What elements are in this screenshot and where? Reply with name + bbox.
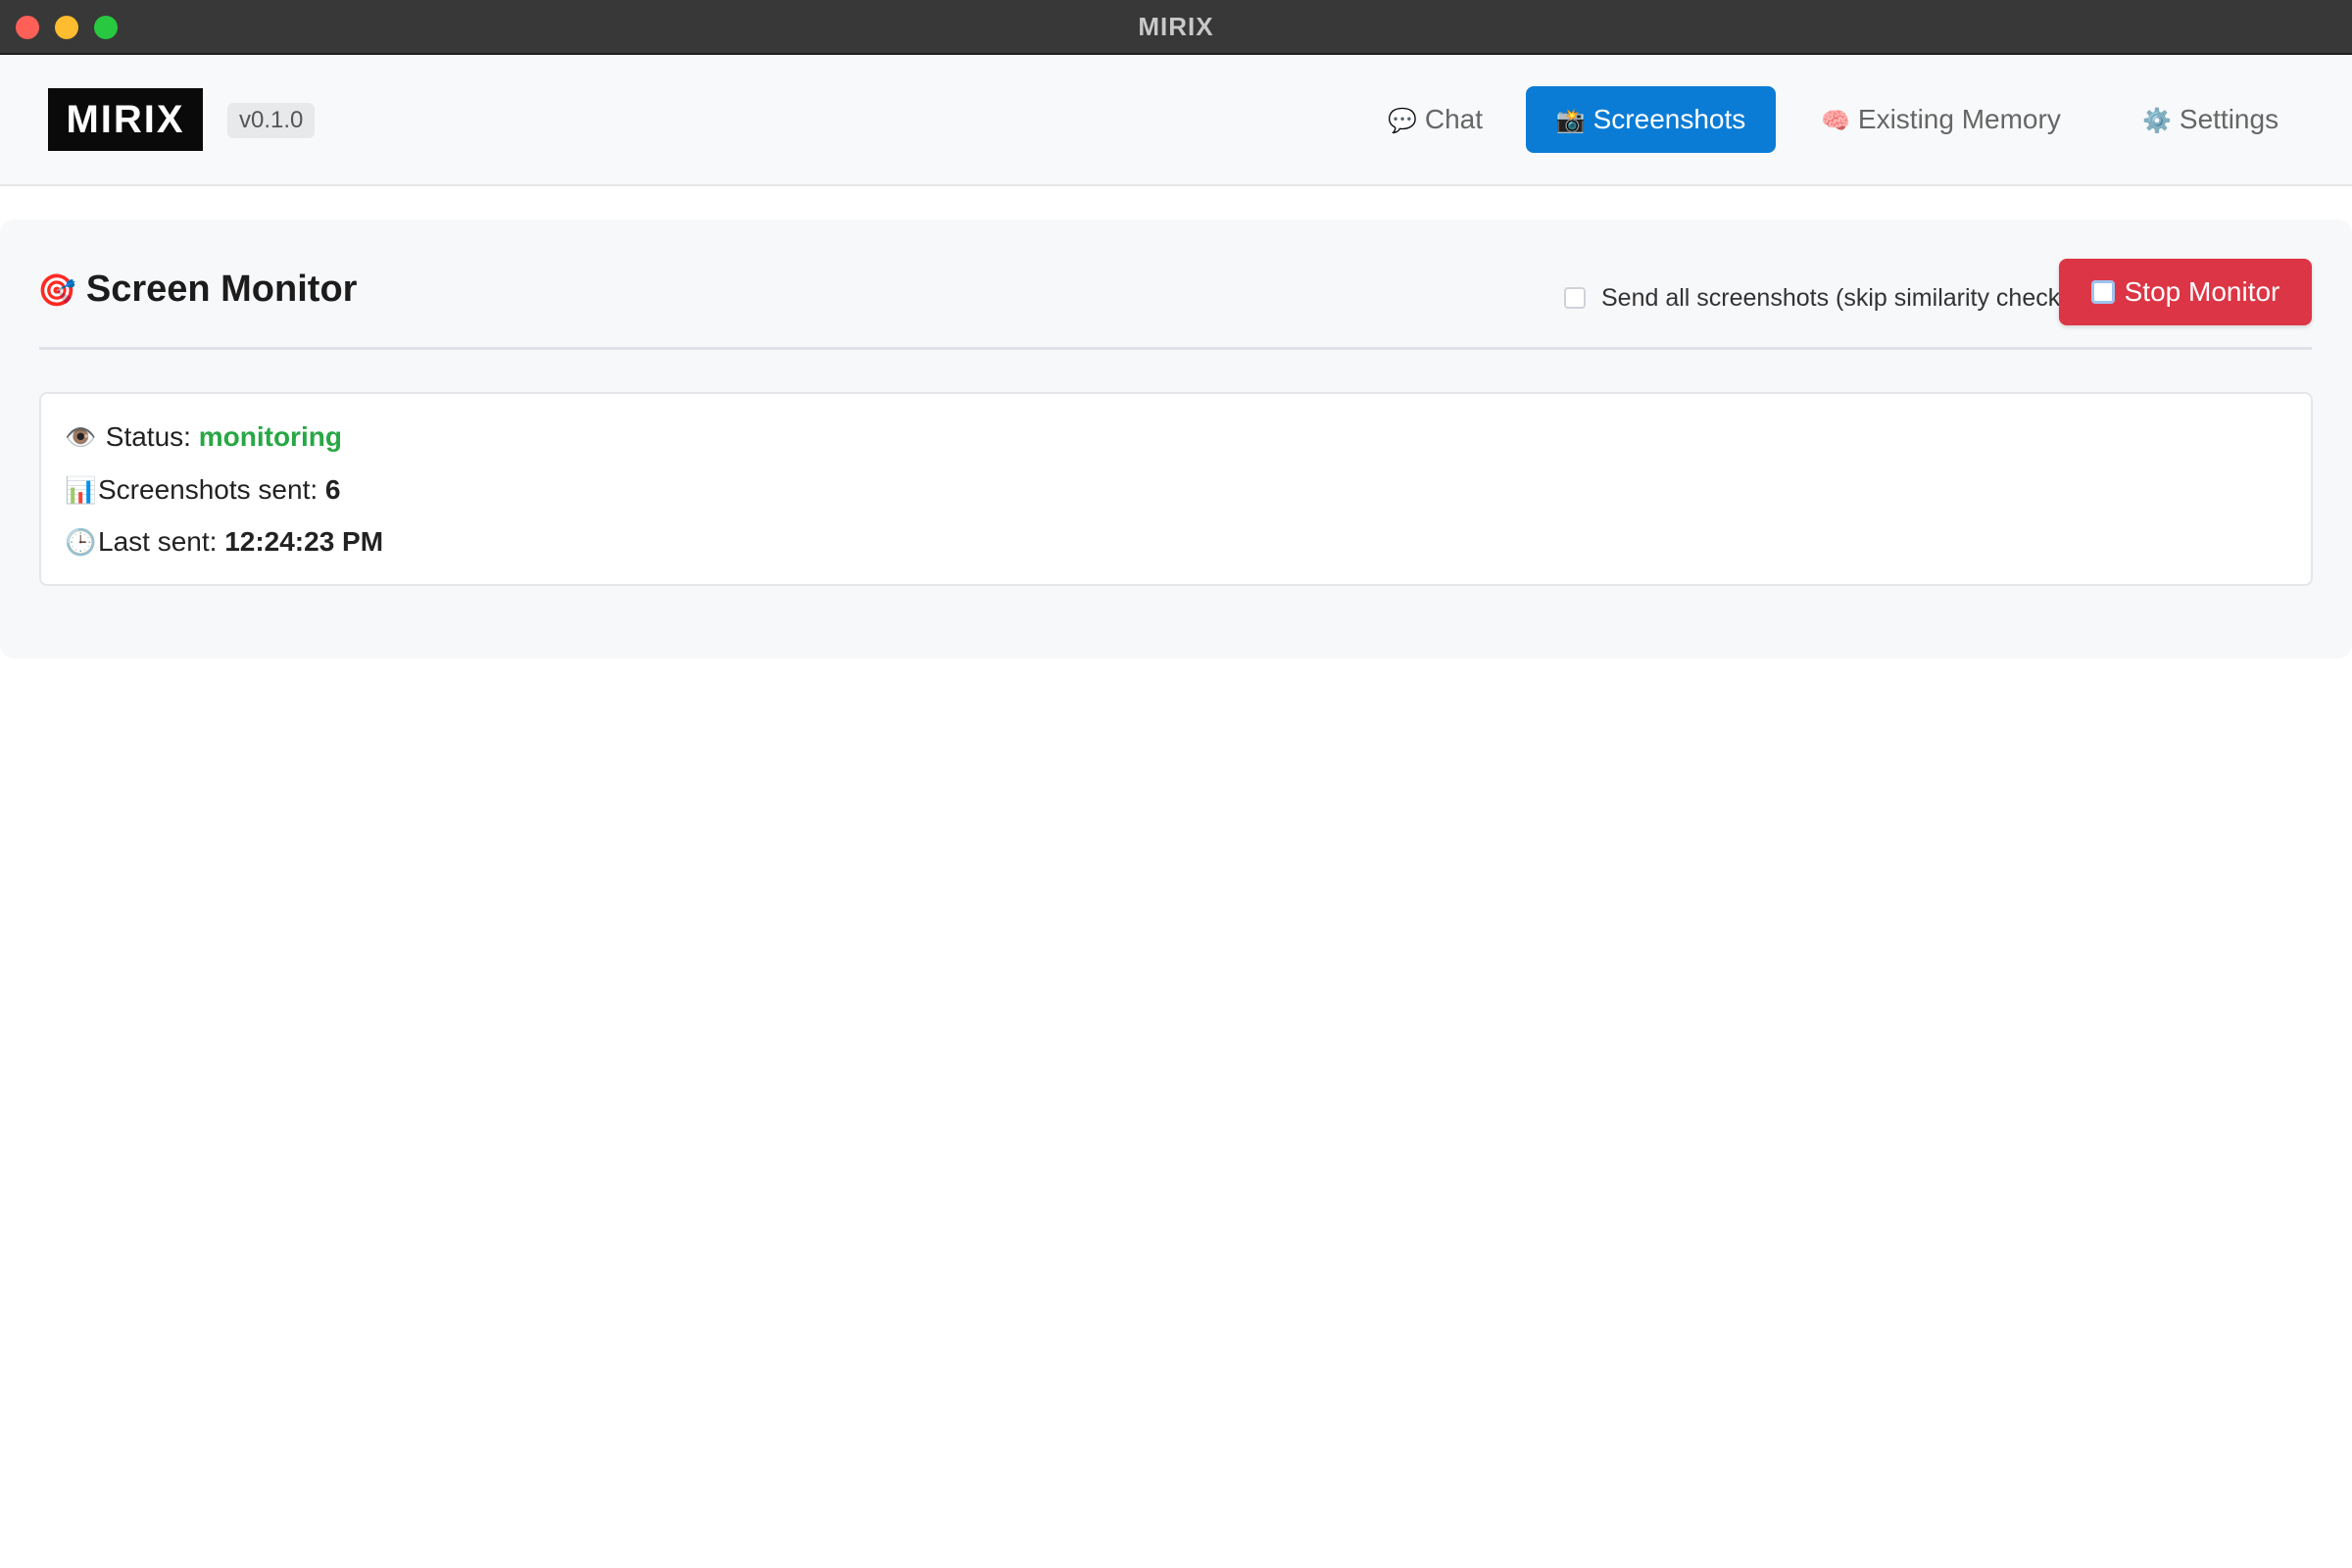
panel-divider [39, 347, 2312, 350]
screenshots-sent-label: Screenshots sent: [98, 474, 318, 505]
status-row: 👁️ Status: monitoring [65, 421, 342, 453]
status-box: 👁️ Status: monitoring 📊Screenshots sent:… [39, 392, 2313, 586]
last-sent-row: 🕒Last sent: 12:24:23 PM [65, 526, 383, 558]
stop-square-icon [2090, 280, 2115, 304]
skip-similarity-checkbox[interactable] [1564, 287, 1586, 309]
bar-chart-icon: 📊 [65, 475, 97, 505]
camera-icon: 📸 [1555, 108, 1586, 134]
brain-icon: 🧠 [1821, 108, 1850, 134]
skip-similarity-toggle[interactable]: Send all screenshots (skip similarity ch… [1564, 278, 2069, 318]
tab-chat-label: Chat [1424, 104, 1484, 134]
window-title: MIRIX [1138, 12, 1214, 41]
last-sent-value: 12:24:23 PM [224, 526, 384, 557]
tab-existing-memory[interactable]: 🧠 Existing Memory [1801, 86, 2081, 153]
eye-icon: 👁️ [65, 422, 97, 452]
speech-bubble-icon: 💬 [1388, 108, 1417, 134]
tab-screenshots-label: Screenshots [1592, 104, 1746, 134]
clock-icon: 🕒 [65, 527, 97, 557]
app-logo: MIRIX [48, 88, 203, 151]
gear-icon: ⚙️ [2142, 108, 2172, 134]
target-icon: 🎯 [37, 272, 76, 308]
stop-monitor-label: Stop Monitor [2124, 276, 2280, 307]
tab-existing-memory-label: Existing Memory [1857, 104, 2061, 134]
status-label: Status: [105, 421, 191, 452]
screen-monitor-panel: 🎯 Screen Monitor Send all screenshots (sk… [0, 220, 2352, 659]
window-title-bar: MIRIX [0, 0, 2352, 55]
tab-settings-label: Settings [2179, 104, 2279, 134]
tab-settings[interactable]: ⚙️ Settings [2123, 86, 2298, 153]
skip-similarity-label: Send all screenshots (skip similarity ch… [1601, 283, 2069, 312]
last-sent-label: Last sent: [98, 526, 218, 557]
tab-screenshots[interactable]: 📸 Screenshots [1526, 86, 1776, 153]
panel-title-text: Screen Monitor [85, 269, 358, 310]
version-badge: v0.1.0 [227, 103, 316, 138]
status-value: monitoring [198, 421, 342, 452]
screenshots-sent-row: 📊Screenshots sent: 6 [65, 474, 340, 506]
tab-chat[interactable]: 💬 Chat [1368, 86, 1502, 153]
panel-title: 🎯 Screen Monitor [37, 269, 357, 311]
screenshots-sent-value: 6 [324, 474, 341, 505]
app-header: MIRIX v0.1.0 💬 Chat 📸 Screenshots 🧠 Existin… [0, 56, 2352, 186]
stop-monitor-button[interactable]: Stop Monitor [2059, 259, 2312, 325]
